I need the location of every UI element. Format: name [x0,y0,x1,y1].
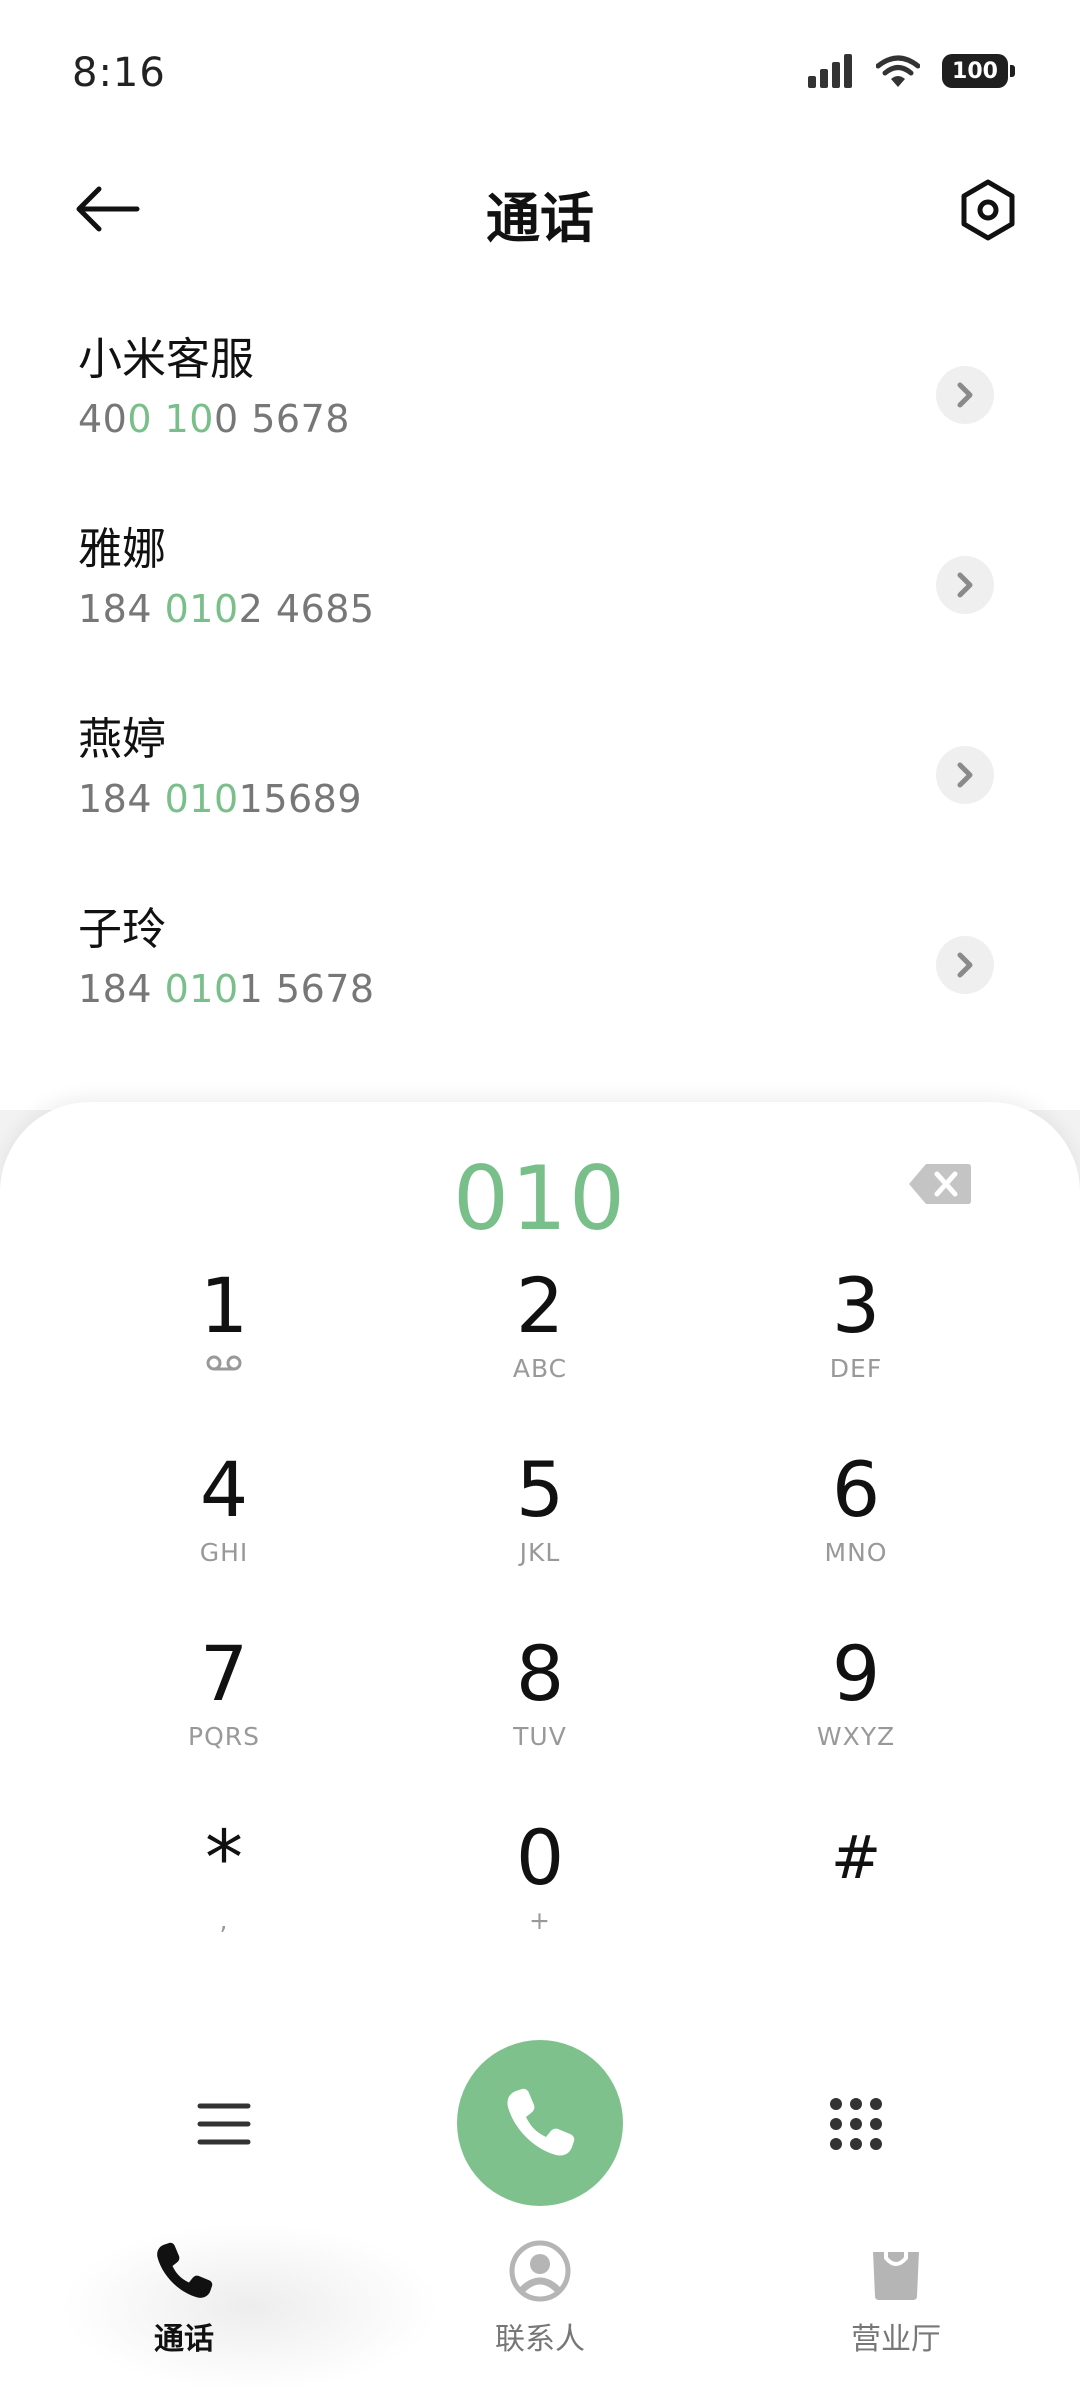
contact-number: 400 100 5678 [78,397,350,441]
contact-detail-button[interactable] [936,366,994,424]
dial-key-hash[interactable]: # [726,1804,986,1964]
header: 通话 [0,150,1080,270]
key-letters: , [219,1906,229,1935]
key-digit: 2 [515,1261,565,1350]
tab-contacts[interactable]: 联系人 [430,2238,650,2368]
wifi-icon [876,55,920,87]
key-digit: # [830,1823,882,1893]
contact-number: 184 01015689 [78,777,363,821]
contact-row[interactable]: 小米客服 400 100 5678 [0,270,1080,460]
chevron-right-icon [957,382,973,408]
keypad-grid-icon [830,2098,882,2150]
battery-indicator: 100 [942,54,1015,88]
page-title: 通话 [486,187,594,250]
status-time: 8:16 [72,50,166,96]
key-letters: ABC [512,1354,568,1383]
dial-key-7[interactable]: 7 PQRS [94,1620,354,1780]
status-bar: 8:16 100 [0,0,1080,150]
key-letters: + [529,1906,551,1935]
key-letters: TUV [513,1722,567,1751]
contact-detail-button[interactable] [936,746,994,804]
contact-detail-button[interactable] [936,936,994,994]
tab-label: 联系人 [495,2322,585,2357]
key-digit: 4 [199,1445,249,1534]
dial-key-3[interactable]: 3 DEF [726,1252,986,1412]
dial-key-5[interactable]: 5 JKL [410,1436,670,1596]
bottom-navigation: 通话 联系人 营业厅 [0,2222,1080,2402]
key-digit: 0 [515,1813,565,1902]
battery-level: 100 [952,58,998,84]
dial-key-1[interactable]: 1 [94,1252,354,1412]
key-letters: MNO [824,1538,888,1567]
dial-key-8[interactable]: 8 TUV [410,1620,670,1780]
key-letters: JKL [519,1538,561,1567]
key-letters: DEF [829,1354,883,1383]
key-digit: 1 [199,1261,249,1350]
key-digit: 8 [515,1629,565,1718]
dial-key-9[interactable]: 9 WXYZ [726,1620,986,1780]
contact-name: 燕婷 [78,714,166,765]
tab-service-hall[interactable]: 营业厅 [786,2238,1006,2368]
dial-key-4[interactable]: 4 GHI [94,1436,354,1596]
chevron-right-icon [957,572,973,598]
settings-gear-icon [961,179,1015,241]
contact-name: 小米客服 [78,334,254,385]
settings-button[interactable] [948,170,1028,250]
chevron-right-icon [957,952,973,978]
tab-label: 通话 [154,2322,214,2357]
dial-key-2[interactable]: 2 ABC [410,1252,670,1412]
phone-call-icon [507,2088,575,2156]
menu-lines-icon [197,2103,251,2145]
contact-row[interactable]: 子玲 184 0101 5678 [0,840,1080,1030]
contact-name: 雅娜 [78,524,166,575]
tab-label: 营业厅 [851,2322,941,2357]
key-letters: GHI [199,1538,249,1567]
contact-name: 子玲 [78,904,166,955]
voicemail-icon [206,1355,242,1371]
menu-button[interactable] [164,2064,284,2184]
contact-row[interactable]: 燕婷 184 01015689 [0,650,1080,840]
key-letters: PQRS [188,1722,260,1751]
call-button[interactable] [457,2040,623,2206]
contact-number: 184 0102 4685 [78,587,375,631]
dial-key-star[interactable]: * , [94,1804,354,1964]
tab-calls[interactable]: 通话 [74,2238,294,2368]
key-digit: 3 [831,1261,881,1350]
shop-bag-icon [873,2250,919,2300]
status-icons: 100 [808,54,1015,88]
signal-icon [808,54,852,88]
phone-icon [157,2242,213,2298]
key-digit: 7 [199,1629,249,1718]
contact-number: 184 0101 5678 [78,967,375,1011]
chevron-right-icon [957,762,973,788]
key-digit: 6 [831,1445,881,1534]
contact-detail-button[interactable] [936,556,994,614]
dial-key-6[interactable]: 6 MNO [726,1436,986,1596]
key-digit: * [205,1813,243,1902]
key-letters: WXYZ [816,1722,896,1751]
key-digit: 5 [515,1445,565,1534]
backspace-delete-icon[interactable] [908,1162,972,1206]
keypad-toggle-button[interactable] [796,2064,916,2184]
dial-key-0[interactable]: 0 + [410,1804,670,1964]
matched-contacts-list: 小米客服 400 100 5678 雅娜 184 0102 4685 燕婷 18… [0,270,1080,1110]
key-digit: 9 [831,1629,881,1718]
contact-icon [509,2240,571,2302]
dial-pad: 010 1 2 ABC 3 DEF 4 GHI 5 JKL 6 MNO 7 PQ… [0,1102,1080,2232]
contact-row[interactable]: 雅娜 184 0102 4685 [0,460,1080,650]
